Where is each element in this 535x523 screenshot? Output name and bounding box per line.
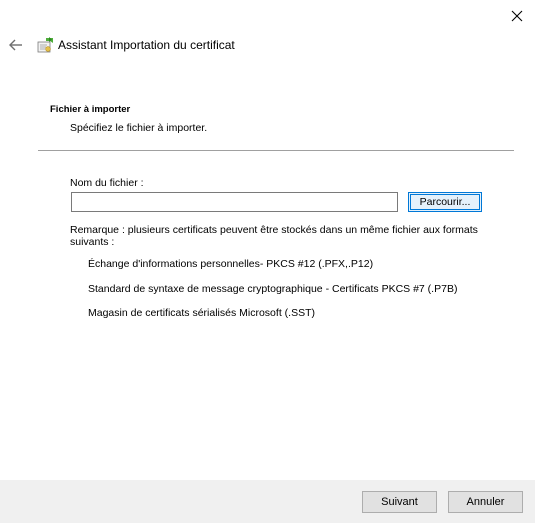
certificate-wizard-icon bbox=[37, 37, 54, 54]
header-separator bbox=[38, 150, 514, 151]
format-item-pkcs12: Échange d'informations personnelles- PKC… bbox=[88, 258, 374, 270]
next-button[interactable]: Suivant bbox=[362, 491, 437, 513]
section-subheading: Spécifiez le fichier à importer. bbox=[70, 122, 208, 134]
cancel-button[interactable]: Annuler bbox=[448, 491, 523, 513]
certificate-import-wizard-window: Assistant Importation du certificat Fich… bbox=[0, 0, 535, 523]
format-item-pkcs7: Standard de syntaxe de message cryptogra… bbox=[88, 283, 458, 295]
back-arrow-icon bbox=[9, 39, 22, 51]
browse-button[interactable]: Parcourir... bbox=[408, 192, 482, 212]
format-item-sst: Magasin de certificats sérialisés Micros… bbox=[88, 307, 315, 319]
close-icon bbox=[511, 10, 523, 22]
back-button[interactable] bbox=[7, 36, 25, 54]
file-name-input[interactable] bbox=[71, 192, 398, 212]
section-heading: Fichier à importer bbox=[50, 104, 131, 115]
file-name-label: Nom du fichier : bbox=[70, 177, 144, 189]
close-button[interactable] bbox=[507, 6, 527, 26]
window-title: Assistant Importation du certificat bbox=[58, 38, 235, 52]
formats-note: Remarque : plusieurs certificats peuvent… bbox=[70, 224, 478, 248]
